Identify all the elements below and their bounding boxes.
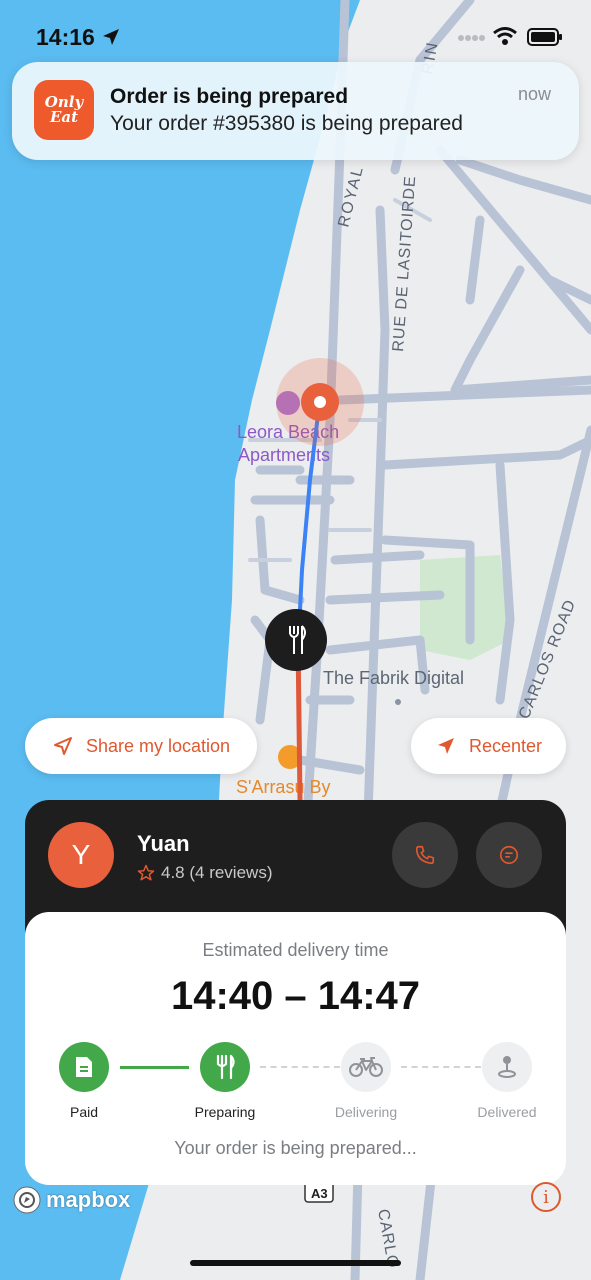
step-label: Preparing <box>194 1104 256 1120</box>
status-bar: 14:16 <box>0 0 591 60</box>
order-status-message: Your order is being prepared... <box>174 1138 417 1158</box>
battery-icon <box>527 28 562 46</box>
navigation-outline-icon <box>53 737 72 755</box>
courier-avatar: Y <box>48 822 114 888</box>
mapbox-label: mapbox <box>46 1187 131 1212</box>
step-delivered: Delivered <box>457 1042 557 1120</box>
courier-rating-text: 4.8 (4 reviews) <box>161 863 273 882</box>
eta-time: 14:40 – 14:47 <box>170 974 421 1018</box>
receipt-icon <box>76 1057 92 1077</box>
push-notification[interactable]: Only Eat Order is being prepared Your or… <box>12 62 579 160</box>
share-location-button[interactable]: Share my location <box>25 718 257 774</box>
notification-title: Order is being prepared <box>110 85 349 108</box>
star-icon <box>137 864 155 881</box>
status-time: 14:16 <box>36 24 95 50</box>
signal-dots-icon <box>458 35 485 41</box>
courier-location-marker[interactable] <box>265 609 327 671</box>
notification-time: now <box>517 84 551 104</box>
app-logo-icon: Only Eat <box>34 80 94 140</box>
utensils-icon <box>216 1054 235 1080</box>
delivery-status-card: Estimated delivery time 14:40 – 14:47 Pa… <box>25 912 566 1185</box>
courier-rating: 4.8 (4 reviews) <box>137 863 272 883</box>
notification-body: Your order #395380 is being prepared <box>110 112 463 135</box>
step-label: Delivered <box>477 1104 537 1120</box>
recenter-button[interactable]: Recenter <box>411 718 566 774</box>
message-courier-button[interactable] <box>476 822 542 888</box>
eta-label: Estimated delivery time <box>202 940 389 960</box>
poi-label-sarrasu: S'Arrasu By <box>236 777 330 797</box>
mapbox-logo-icon <box>13 1186 41 1214</box>
location-arrow-icon <box>103 29 119 45</box>
recenter-label: Recenter <box>468 735 543 756</box>
step-label: Paid <box>69 1104 99 1120</box>
map-info-button[interactable]: i <box>531 1182 561 1212</box>
mapbox-attribution[interactable]: mapbox <box>12 1185 130 1215</box>
navigation-filled-icon <box>437 738 454 754</box>
phone-icon <box>415 845 435 865</box>
share-location-label: Share my location <box>85 735 231 756</box>
call-courier-button[interactable] <box>392 822 458 888</box>
bicycle-icon <box>349 1057 383 1077</box>
poi-label-fabrik: The Fabrik Digital <box>323 668 464 688</box>
poi-label-leora-apartments: Apartments <box>238 445 330 465</box>
svg-text:A3: A3 <box>311 1186 328 1201</box>
chat-icon <box>499 845 519 865</box>
home-indicator[interactable] <box>190 1260 401 1266</box>
pin-icon <box>498 1056 516 1078</box>
courier-name: Yuan <box>137 831 190 856</box>
step-preparing: Preparing <box>175 1042 275 1120</box>
step-delivering: Delivering <box>316 1042 416 1120</box>
step-paid: Paid <box>34 1042 134 1120</box>
wifi-icon <box>493 27 517 45</box>
step-label: Delivering <box>334 1104 398 1120</box>
